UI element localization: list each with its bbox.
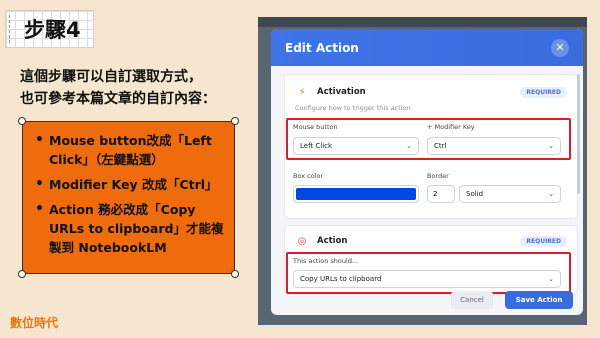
activation-subtitle: Configure how to trigger this action: [295, 104, 411, 112]
resize-handle[interactable]: [18, 270, 26, 278]
box-color-label: Box color: [293, 172, 324, 180]
border-style-value: Solid: [466, 190, 484, 198]
instruction-list: Mouse button改成「Left Click」（左鍵點選） Modifie…: [23, 122, 234, 257]
bolt-icon: ⚡: [298, 86, 306, 98]
screenshot-topbar: [258, 17, 587, 27]
highlight-box: [286, 118, 571, 160]
modal-header: Edit Action ✕: [271, 29, 583, 66]
resize-handle[interactable]: [231, 117, 239, 125]
border-width-input[interactable]: 2: [427, 185, 455, 203]
box-color-picker[interactable]: [293, 185, 419, 203]
box-color-fill: [296, 188, 416, 200]
step-title-text: 步驟4: [24, 18, 81, 42]
border-label: Border: [427, 172, 449, 180]
border-style-select[interactable]: Solid ⌄: [459, 185, 561, 203]
action-title: Action: [317, 236, 348, 246]
action-card: ◎ Action REQUIRED This action should... …: [284, 225, 578, 295]
intro-line-1: 這個步驟可以自訂選取方式，: [20, 69, 202, 85]
chevron-down-icon: ⌄: [548, 190, 554, 198]
resize-handle[interactable]: [231, 270, 239, 278]
intro-text: 這個步驟可以自訂選取方式， 也可參考本篇文章的自訂內容：: [20, 66, 250, 110]
close-icon[interactable]: ✕: [551, 38, 569, 57]
required-badge: REQUIRED: [520, 86, 567, 98]
activation-title: Activation: [317, 87, 366, 97]
instruction-item: Mouse button改成「Left Click」（左鍵點選）: [35, 131, 226, 169]
step-title: 步驟4: [5, 10, 94, 48]
activation-card: ⚡ Activation REQUIRED Configure how to t…: [284, 74, 578, 219]
brand-logo: 數位時代: [10, 316, 59, 330]
instruction-item: Action 務必改成「Copy URLs to clipboard」才能複製到…: [35, 200, 226, 257]
scrollbar[interactable]: [577, 74, 580, 194]
cancel-button[interactable]: Cancel: [451, 291, 493, 309]
target-icon: ◎: [297, 235, 307, 247]
instruction-box: Mouse button改成「Left Click」（左鍵點選） Modifie…: [22, 121, 235, 274]
resize-handle[interactable]: [18, 117, 26, 125]
highlight-box: [286, 252, 571, 294]
intro-line-2: 也可參考本篇文章的自訂內容：: [20, 91, 216, 107]
required-badge: REQUIRED: [520, 235, 567, 247]
screenshot-panel: Edit Action ✕ ⚡ Activation REQUIRED Conf…: [258, 17, 587, 325]
save-action-button[interactable]: Save Action: [505, 291, 573, 309]
step-title-marker: [9, 15, 13, 43]
edit-action-modal: Edit Action ✕ ⚡ Activation REQUIRED Conf…: [271, 29, 583, 315]
modal-title: Edit Action: [285, 40, 359, 55]
instruction-item: Modifier Key 改成「Ctrl」: [35, 175, 226, 194]
